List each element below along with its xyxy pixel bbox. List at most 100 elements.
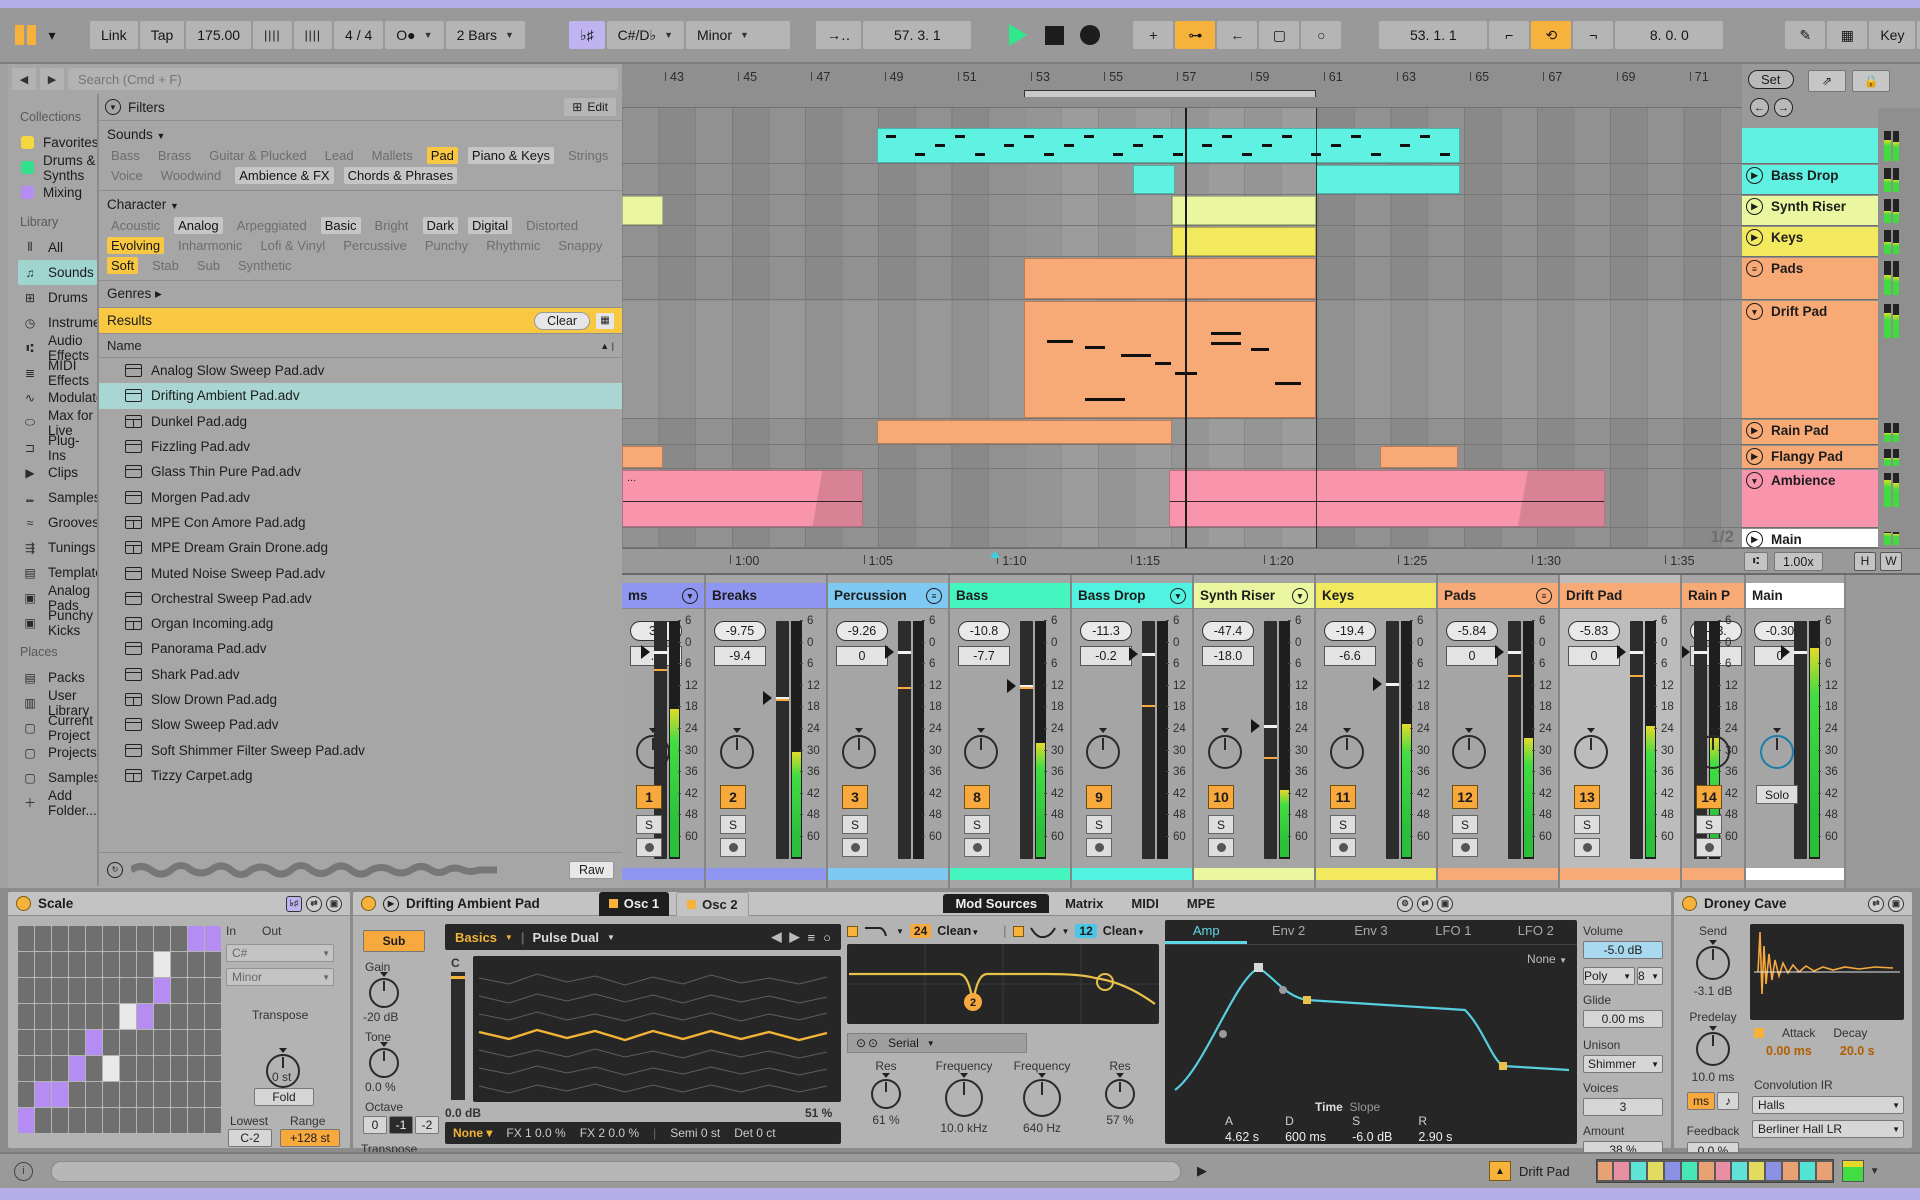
sidebar-item-clips[interactable]: ▶ Clips bbox=[18, 460, 97, 485]
filter1-slope[interactable]: 24 bbox=[909, 924, 932, 938]
scale-cell[interactable] bbox=[154, 1030, 170, 1055]
browser-back-button[interactable]: ◀ bbox=[12, 68, 36, 90]
volume-value[interactable]: -5.0 dB bbox=[1583, 941, 1663, 959]
result-item[interactable]: Shark Pad.adv bbox=[99, 662, 622, 687]
scale-cell[interactable] bbox=[205, 1082, 221, 1107]
track-header-main[interactable]: ▶ Main bbox=[1742, 529, 1878, 548]
wavetable-next-icon[interactable]: ▶ bbox=[790, 929, 800, 945]
scale-cell[interactable] bbox=[52, 952, 68, 977]
track-lane-flangy-pad[interactable] bbox=[622, 446, 1742, 469]
computer-midi-keyboard-toggle[interactable]: ▦ bbox=[1827, 21, 1868, 49]
sub-osc-toggle[interactable]: Sub bbox=[363, 930, 425, 952]
filter-chip-piano-keys[interactable]: Piano & Keys bbox=[467, 147, 554, 164]
filter-chip-brass[interactable]: Brass bbox=[154, 147, 195, 164]
scale-cell[interactable] bbox=[171, 1004, 187, 1029]
result-item[interactable]: Muted Noise Sweep Pad.adv bbox=[99, 560, 622, 585]
filter-group-character-title[interactable]: Character ▼ bbox=[107, 197, 614, 212]
device-on-toggle[interactable] bbox=[361, 896, 376, 911]
scale-cell[interactable] bbox=[205, 1108, 221, 1133]
scale-cell[interactable] bbox=[18, 1082, 34, 1107]
filter2-type-icon[interactable] bbox=[1029, 924, 1056, 938]
pan-knob[interactable] bbox=[964, 728, 998, 769]
volume-field[interactable]: 0 bbox=[836, 646, 888, 666]
scale-cell[interactable] bbox=[188, 1056, 204, 1081]
filter-routing[interactable]: ⊙⊙ Serial ▼ bbox=[847, 1033, 1027, 1053]
sidebar-item-user-library[interactable]: ▥ User Library bbox=[18, 688, 97, 718]
scale-cell[interactable] bbox=[188, 1030, 204, 1055]
scale-cell[interactable] bbox=[137, 952, 153, 977]
pan-knob[interactable] bbox=[1086, 728, 1120, 769]
track-number[interactable]: 10 bbox=[1208, 785, 1234, 809]
solo-button[interactable]: Solo bbox=[1756, 785, 1798, 804]
scale-cell[interactable] bbox=[52, 926, 68, 951]
solo-button[interactable]: S bbox=[636, 815, 662, 834]
unfold-icon[interactable]: ▼ bbox=[1170, 587, 1186, 604]
mixer-strip-drift-pad[interactable]: Drift Pad -5.83 0 6 0 6 12 18 24 30 36 42 48 60 13 S bbox=[1560, 575, 1682, 888]
osc-gain-fader[interactable] bbox=[451, 972, 465, 1100]
sidebar-item-all[interactable]: ⫴ All bbox=[18, 235, 97, 260]
scale-cell[interactable] bbox=[137, 978, 153, 1003]
tab-mod-sources[interactable]: Mod Sources bbox=[943, 894, 1050, 913]
filter-chip-analog[interactable]: Analog bbox=[174, 217, 223, 234]
scale-cell[interactable] bbox=[171, 926, 187, 951]
result-item[interactable]: Tizzy Carpet.adg bbox=[99, 763, 622, 788]
solo-button[interactable]: S bbox=[1452, 815, 1478, 834]
draw-automation-icon[interactable]: ⇗ bbox=[1808, 70, 1846, 92]
clip[interactable] bbox=[1316, 165, 1460, 194]
result-item[interactable]: Organ Incoming.adg bbox=[99, 611, 622, 636]
tempo-display[interactable]: 175.00 bbox=[186, 21, 252, 49]
tone-knob[interactable] bbox=[369, 1042, 399, 1078]
clip[interactable] bbox=[1380, 446, 1458, 468]
amp-envelope-graph[interactable] bbox=[1165, 948, 1577, 1098]
fader-handle[interactable] bbox=[654, 651, 667, 654]
decay-value[interactable]: 20.0 s bbox=[1840, 1044, 1875, 1058]
sidebar-item-punchy-kicks[interactable]: ▣ Punchy Kicks bbox=[18, 608, 97, 638]
track-number[interactable]: 8 bbox=[964, 785, 990, 809]
current-clip-icon[interactable]: ▲ bbox=[1489, 1161, 1511, 1181]
env-tab-env-3[interactable]: Env 3 bbox=[1330, 920, 1412, 944]
fold-button[interactable]: Fold bbox=[254, 1088, 314, 1106]
clip[interactable] bbox=[1024, 258, 1316, 299]
clip[interactable] bbox=[877, 128, 1460, 163]
result-item[interactable]: Morgen Pad.adv bbox=[99, 484, 622, 509]
predelay-value[interactable]: 10.0 ms bbox=[1682, 1070, 1744, 1084]
scale-cell[interactable] bbox=[171, 1030, 187, 1055]
hot-swap-icon[interactable]: ⇄ bbox=[1417, 895, 1433, 912]
track-number[interactable]: 11 bbox=[1330, 785, 1356, 809]
filter2-on-toggle[interactable] bbox=[1012, 925, 1024, 937]
volume-fader[interactable] bbox=[1251, 621, 1277, 859]
filter-group-sounds-title[interactable]: Sounds ▼ bbox=[107, 127, 614, 142]
mini-play-icon[interactable]: ▶ bbox=[1197, 1163, 1207, 1179]
volume-field[interactable]: -0.2 bbox=[1080, 646, 1132, 666]
automation-arm-toggle[interactable]: ⊶ bbox=[1175, 21, 1216, 49]
pan-knob[interactable] bbox=[1330, 728, 1364, 769]
predelay-ms-toggle[interactable]: ms bbox=[1687, 1092, 1715, 1110]
sidebar-item-mixing[interactable]: Mixing bbox=[18, 180, 97, 205]
scale-cell[interactable] bbox=[103, 952, 119, 977]
key-scale-select[interactable]: Minor ▼ bbox=[685, 21, 790, 49]
scale-cell[interactable] bbox=[171, 1056, 187, 1081]
beat-time-ruler[interactable]: 43 45 47 49 51 53 55 57 59 61 63 65 67 69 71 bbox=[622, 64, 1742, 108]
scale-cell[interactable] bbox=[137, 926, 153, 951]
scale-cell[interactable] bbox=[86, 1030, 102, 1055]
mixer-strip-synth-riser[interactable]: Synth Riser ▼ -47.4 -18.0 6 0 6 12 18 24 30 36 42 48 6… bbox=[1194, 575, 1316, 888]
scale-cell[interactable] bbox=[18, 1004, 34, 1029]
arrangement-position-display[interactable]: 57. 3. 1 bbox=[863, 21, 972, 49]
track-number[interactable]: 12 bbox=[1452, 785, 1478, 809]
time-signature-display[interactable]: 4 / 4 bbox=[334, 21, 384, 49]
scale-cell[interactable] bbox=[35, 1082, 51, 1107]
wavetable-visualization[interactable] bbox=[473, 956, 841, 1102]
filter-chip-mallets[interactable]: Mallets bbox=[368, 147, 417, 164]
raw-preview-button[interactable]: Raw bbox=[568, 860, 614, 879]
track-lane-rain-pad[interactable] bbox=[622, 420, 1742, 445]
track-header-drift-pad[interactable]: ▼ Drift Pad bbox=[1742, 301, 1878, 419]
nudge-down-button[interactable]: |||| bbox=[253, 21, 292, 49]
scale-cell[interactable] bbox=[154, 1082, 170, 1107]
scale-cell[interactable] bbox=[86, 952, 102, 977]
scale-cell[interactable] bbox=[52, 978, 68, 1003]
filter2-slope[interactable]: 12 bbox=[1075, 924, 1097, 938]
arrangement-overview[interactable] bbox=[1595, 1159, 1834, 1183]
wavetable-name[interactable]: Pulse Dual bbox=[532, 930, 598, 945]
scale-cell[interactable] bbox=[171, 952, 187, 977]
scale-cell[interactable] bbox=[69, 926, 85, 951]
